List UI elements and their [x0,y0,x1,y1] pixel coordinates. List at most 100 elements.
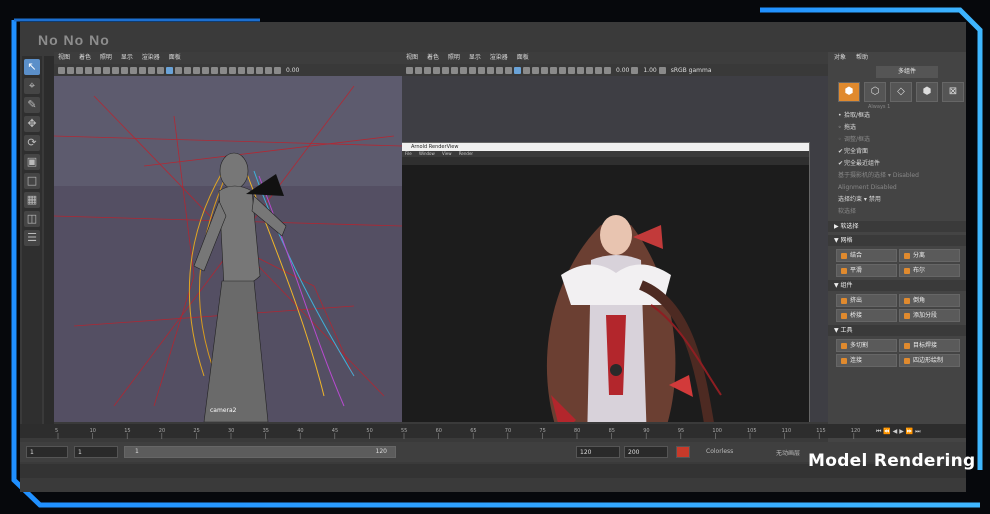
wireframe-on-shaded-icon[interactable] [514,66,521,74]
option-nearest-component[interactable]: ✔完全最近组件 [828,158,966,170]
menu-renderer[interactable]: 渲染器 [490,54,508,61]
vertex-mode-icon[interactable]: ⬡ [864,82,886,102]
render-menu-view[interactable]: View [442,151,452,156]
menu-renderer[interactable]: 渲染器 [142,54,160,61]
wireframe-on-shaded-icon[interactable] [166,66,173,74]
xray-icon[interactable] [247,66,254,74]
bookmark-icon[interactable] [76,66,83,74]
combine-button[interactable]: 结合 [836,249,897,262]
exposure-icon[interactable] [604,66,611,74]
isolate-select-icon[interactable] [238,66,245,74]
menu-show[interactable]: 显示 [469,54,481,61]
xray-joints-icon[interactable] [256,66,263,74]
connect-button[interactable]: 连接 [836,354,897,367]
gate-mask-icon[interactable] [121,66,128,74]
two-view-layout-icon[interactable]: ◫ [24,211,40,227]
move-tool-icon[interactable]: ✥ [24,116,40,132]
anti-alias-icon[interactable] [568,66,575,74]
option-pick-marquee[interactable]: • 拾取/框选 [828,110,966,122]
section-components-header[interactable]: ▼ 组件 [828,280,966,291]
outliner-layout-icon[interactable]: ☰ [24,230,40,246]
grid-icon[interactable] [94,66,101,74]
quad-draw-button[interactable]: 四边形绘制 [899,354,960,367]
xray-icon[interactable] [595,66,602,74]
resolution-gate-icon[interactable] [112,66,119,74]
menu-shading[interactable]: 着色 [427,54,439,61]
xray-active-icon[interactable] [265,66,272,74]
separate-button[interactable]: 分离 [899,249,960,262]
menu-lighting[interactable]: 照明 [100,54,112,61]
image-plane-icon[interactable] [85,66,92,74]
boolean-button[interactable]: 布尔 [899,264,960,277]
gate-mask-icon[interactable] [469,66,476,74]
textured-icon[interactable] [175,66,182,74]
menu-shading[interactable]: 着色 [79,54,91,61]
smooth-shade-icon[interactable] [157,66,164,74]
shadows-icon[interactable] [541,66,548,74]
color-space-value[interactable]: sRGB gamma [671,67,712,74]
range-slider[interactable]: 1 120 [124,446,396,458]
soft-select-section[interactable]: ▶ 软选择 [828,221,966,232]
film-gate-icon[interactable] [451,66,458,74]
tab-help[interactable]: 帮助 [856,54,868,61]
anti-alias-icon[interactable] [220,66,227,74]
section-tools-header[interactable]: ▼ 工具 [828,325,966,336]
time-slider[interactable]: 5 10 15 20 25 30 35 40 45 50 55 60 65 70 75 80 85 90 95 100… [20,424,966,439]
face-mode-icon[interactable]: ⬢ [916,82,938,102]
safe-action-icon[interactable] [487,66,494,74]
render-viewport[interactable]: Arnold RenderView File Window View Rende… [402,76,830,422]
ambient-occlusion-icon[interactable] [550,66,557,74]
multi-cut-button[interactable]: 多切割 [836,339,897,352]
option-drag[interactable]: ◦ 拖选 [828,122,966,134]
menu-lighting[interactable]: 照明 [448,54,460,61]
lasso-tool-icon[interactable]: ⌖ [24,78,40,94]
field-chart-icon[interactable] [130,66,137,74]
scale-tool-icon[interactable]: ▣ [24,154,40,170]
exposure-value[interactable]: 0.00 [286,67,299,74]
menu-view[interactable]: 视图 [58,54,70,61]
gamma-value[interactable]: 1.00 [643,67,656,74]
rotate-tool-icon[interactable]: ⟳ [24,135,40,151]
view-transform-icon[interactable] [658,66,666,74]
wireframe-icon[interactable] [496,66,503,74]
ambient-occlusion-icon[interactable] [202,66,209,74]
edge-mode-icon[interactable]: ◇ [890,82,912,102]
image-plane-icon[interactable] [433,66,440,74]
animation-end-field[interactable]: 200 [624,446,668,458]
wireframe-icon[interactable] [148,66,155,74]
field-chart-icon[interactable] [478,66,485,74]
soft-select-option[interactable]: 软选择 [828,206,966,218]
camera-attr-icon[interactable] [67,66,74,74]
add-divisions-button[interactable]: 添加分段 [899,309,960,322]
shadows-icon[interactable] [193,66,200,74]
camera-based-selection[interactable]: 基于摄影机的选择 ▾ Disabled [828,170,966,182]
textured-icon[interactable] [523,66,530,74]
isolate-select-icon[interactable] [586,66,593,74]
motion-blur-icon[interactable] [211,66,218,74]
playback-end-field[interactable]: 120 [576,446,620,458]
option-backface[interactable]: ✔完全背面 [828,146,966,158]
character-set-icon[interactable] [676,446,690,458]
camera-icon[interactable] [406,66,413,74]
four-view-layout-icon[interactable]: ▦ [24,192,40,208]
exposure-icon[interactable] [274,66,281,74]
paint-select-icon[interactable]: ✎ [24,97,40,113]
bookmark-icon[interactable] [424,66,431,74]
uv-mode-icon[interactable]: ⊠ [942,82,964,102]
render-menu-window[interactable]: Window [419,151,435,156]
playback-start-field[interactable]: 1 [74,446,118,458]
option-tweak-marquee[interactable]: ◦ 调整/框选 [828,134,966,146]
extrude-button[interactable]: 挤出 [836,294,897,307]
tab-object[interactable]: 对象 [834,54,846,61]
lights-icon[interactable] [184,66,191,74]
menu-view[interactable]: 视图 [406,54,418,61]
camera-icon[interactable] [58,66,65,74]
motion-blur-icon[interactable] [559,66,566,74]
depth-of-field-icon[interactable] [577,66,584,74]
bridge-button[interactable]: 桥接 [836,309,897,322]
multi-component-button[interactable]: 多组件 [876,66,938,78]
section-mesh-header[interactable]: ▼ 网格 [828,235,966,246]
color-mode-label[interactable]: Colorless [706,448,733,455]
depth-of-field-icon[interactable] [229,66,236,74]
render-menu-file[interactable]: File [405,151,412,156]
